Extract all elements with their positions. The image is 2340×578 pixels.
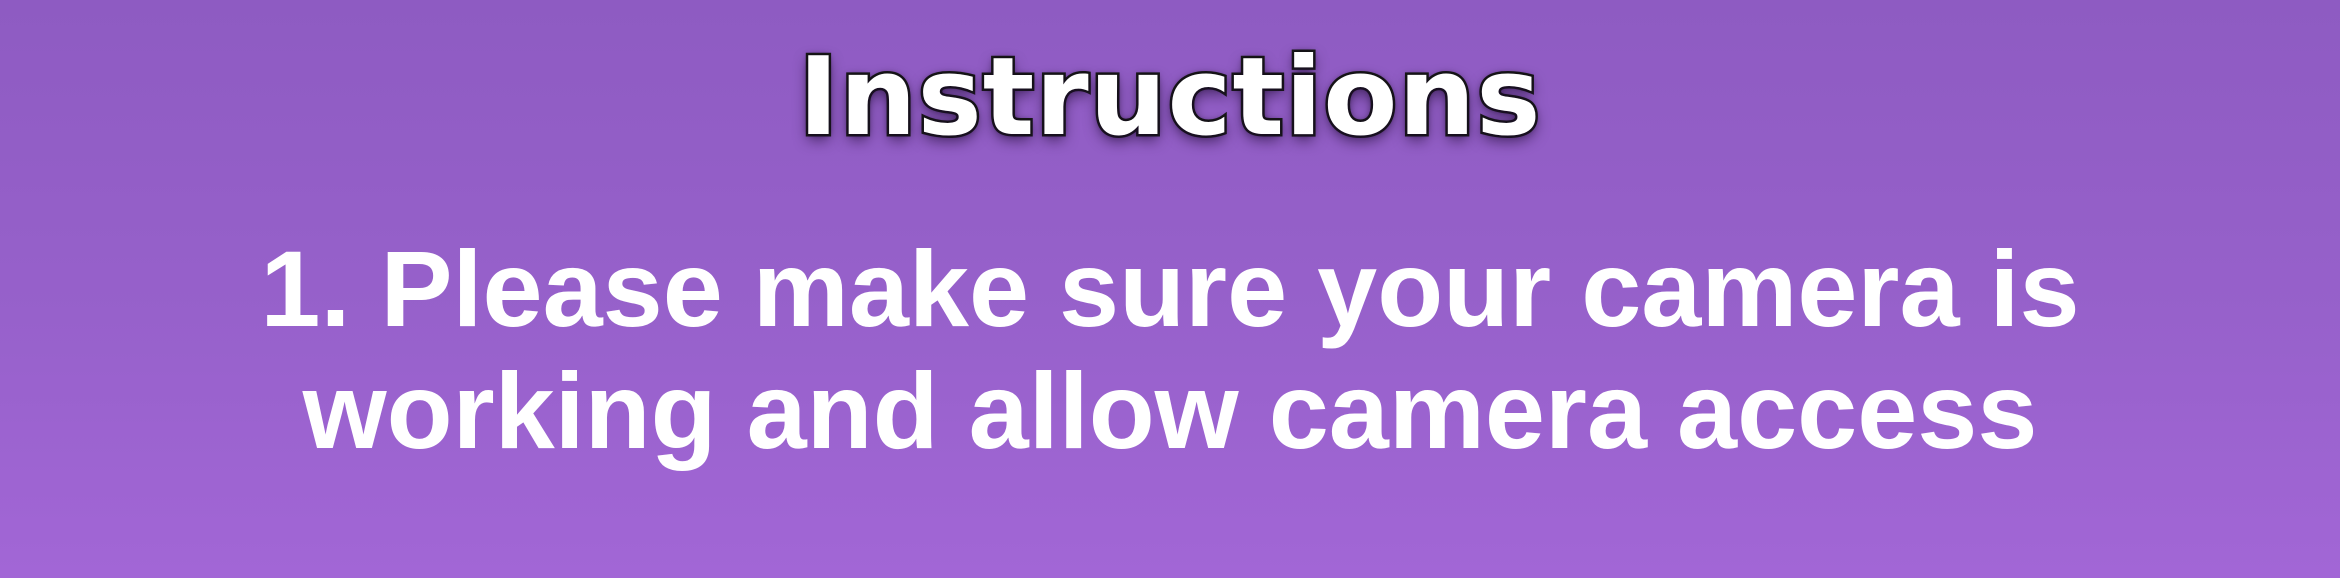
instructions-title: Instructions (796, 35, 1543, 160)
instruction-line-1: 1. Please make sure your camera is (260, 228, 2080, 349)
instruction-line-2: working and allow camera access (302, 350, 2038, 471)
instructions-panel: Instructions 1. Please make sure your ca… (0, 0, 2340, 578)
instruction-step-1: 1. Please make sure your camera is worki… (120, 228, 2220, 472)
